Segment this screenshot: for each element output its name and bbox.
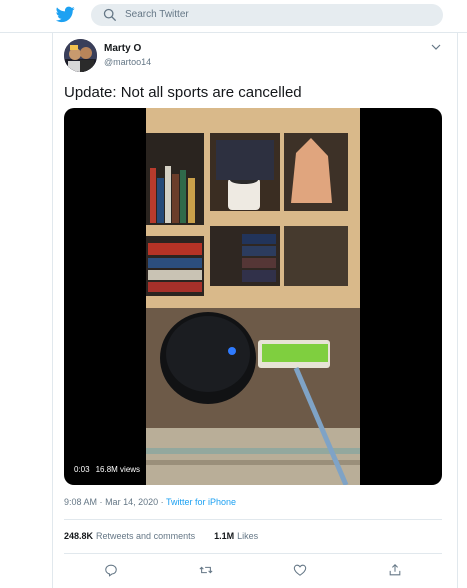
reply-icon[interactable] [104, 563, 118, 577]
video-frame [146, 108, 360, 485]
likes-count: 1.1M [214, 531, 235, 541]
tweet-video[interactable]: 0:03 16.8M views [64, 108, 442, 485]
retweets-label: Retweets and comments [96, 531, 196, 541]
retweets-stat[interactable]: 248.8K Retweets and comments [64, 531, 195, 541]
retweet-icon[interactable] [199, 563, 213, 577]
tweet-source[interactable]: Twitter for iPhone [166, 497, 236, 507]
author-name[interactable]: Marty O [104, 43, 141, 55]
meta-separator: · [160, 497, 164, 507]
tweet-date[interactable]: Mar 14, 2020 [105, 497, 158, 507]
likes-label: Likes [237, 531, 259, 541]
video-views: 16.8M views [95, 465, 141, 474]
author-handle[interactable]: @martoo14 [104, 57, 151, 68]
search-input[interactable]: Search Twitter [125, 8, 189, 22]
avatar[interactable] [64, 39, 97, 72]
search-icon [103, 8, 116, 21]
meta-separator: · [99, 497, 103, 507]
video-stats: 0:03 16.8M views [74, 465, 140, 475]
divider [64, 519, 442, 520]
like-icon[interactable] [293, 563, 307, 577]
tweet-meta: 9:08 AM · Mar 14, 2020 · Twitter for iPh… [64, 497, 236, 508]
chevron-down-icon[interactable] [431, 43, 441, 51]
tweet-time[interactable]: 9:08 AM [64, 497, 97, 507]
twitter-bird-icon[interactable] [56, 6, 75, 23]
tweet-stats: 248.8K Retweets and comments 1.1M Likes [64, 531, 258, 542]
tweet-text: Update: Not all sports are cancelled [64, 84, 302, 101]
avatar-image [64, 39, 97, 72]
divider [64, 553, 442, 554]
retweets-count: 248.8K [64, 531, 94, 541]
video-duration: 0:03 [74, 465, 90, 474]
share-icon[interactable] [388, 563, 402, 577]
likes-stat[interactable]: 1.1M Likes [214, 531, 258, 541]
top-bar: Search Twitter [0, 0, 467, 32]
search-bar[interactable]: Search Twitter [91, 4, 443, 26]
